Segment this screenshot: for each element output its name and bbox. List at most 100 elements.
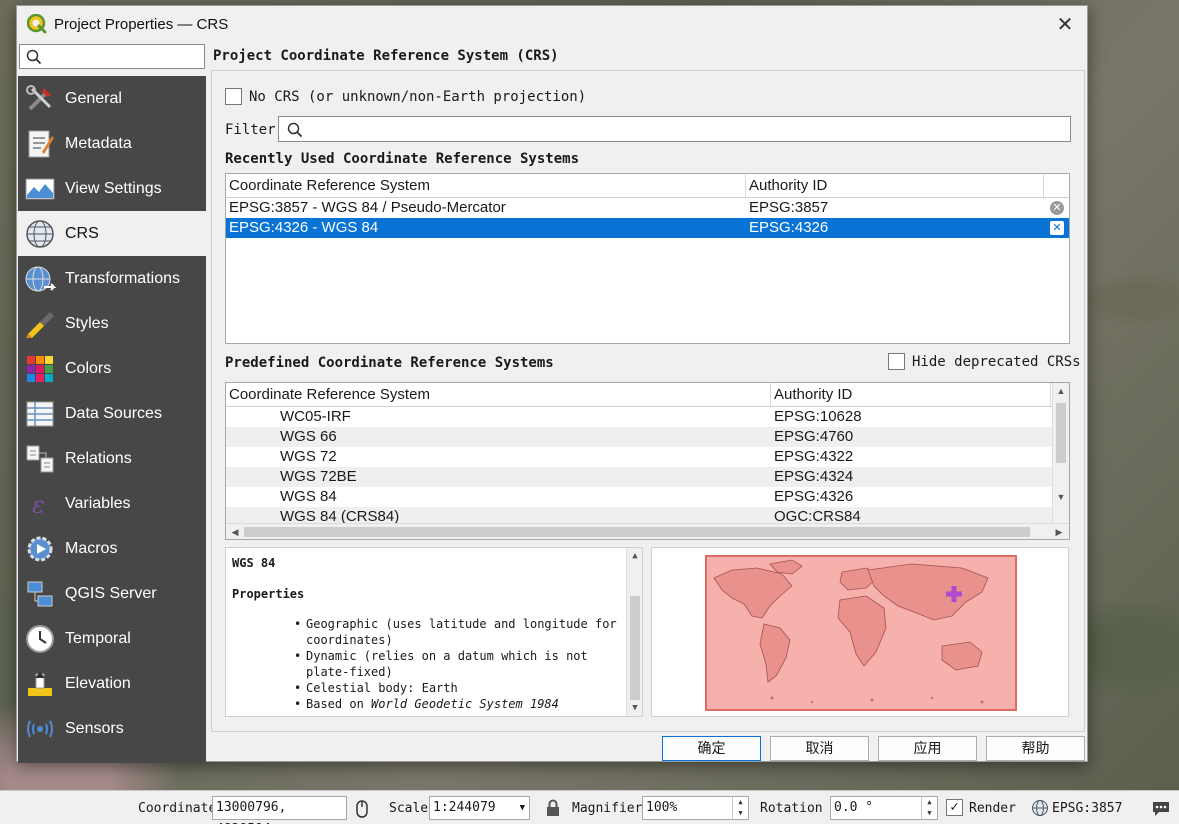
render-checkbox[interactable]: ✓ xyxy=(946,799,963,816)
sidebar-item-label: Transformations xyxy=(65,269,180,287)
scroll-left-icon[interactable]: ◀ xyxy=(228,524,242,539)
sidebar-item-elevation[interactable]: Elevation xyxy=(18,661,206,706)
cancel-button[interactable]: 取消 xyxy=(770,736,869,761)
sidebar-item-transformations[interactable]: Transformations xyxy=(18,256,206,301)
sidebar-item-label: Variables xyxy=(65,494,131,512)
no-crs-label: No CRS (or unknown/non-Earth projection) xyxy=(249,88,587,105)
sidebar-item-macros[interactable]: Macros xyxy=(18,526,206,571)
remove-recent-icon[interactable]: ✕ xyxy=(1050,221,1064,235)
crs-extent-map xyxy=(651,547,1069,717)
sidebar-item-metadata[interactable]: Metadata xyxy=(18,121,206,166)
scroll-down-icon[interactable]: ▼ xyxy=(1053,489,1069,505)
no-crs-checkbox[interactable] xyxy=(225,88,242,105)
scrollbar-thumb[interactable] xyxy=(244,527,1030,537)
sidebar-item-general[interactable]: General xyxy=(18,76,206,121)
transformations-icon xyxy=(25,266,56,291)
filter-input[interactable] xyxy=(278,116,1071,142)
lock-icon[interactable] xyxy=(545,799,561,817)
column-header-authority-id[interactable]: Authority ID xyxy=(746,174,1044,197)
magnifier-value: 100% xyxy=(646,800,678,815)
crs-name-cell: WGS 84 xyxy=(280,488,337,505)
elevation-icon xyxy=(28,671,52,696)
help-button[interactable]: 帮助 xyxy=(986,736,1085,761)
recent-crs-title: Recently Used Coordinate Reference Syste… xyxy=(225,151,580,167)
column-header-authority-id[interactable]: Authority ID xyxy=(771,383,1051,406)
sidebar-item-variables[interactable]: ε Variables xyxy=(18,481,206,526)
predefined-vertical-scrollbar[interactable]: ▲ ▼ xyxy=(1052,383,1069,523)
table-row-selected[interactable]: EPSG:4326 - WGS 84 EPSG:4326 ✕ xyxy=(226,218,1069,238)
sidebar-item-label: Sensors xyxy=(65,719,124,737)
hide-deprecated-checkbox[interactable] xyxy=(888,353,905,370)
crs-globe-icon[interactable] xyxy=(1031,799,1049,817)
crs-name-cell: WC05-IRF xyxy=(280,408,351,425)
crs-globe-icon xyxy=(26,219,54,248)
scale-value: 1:244079 xyxy=(433,800,496,815)
table-header: Coordinate Reference System Authority ID xyxy=(226,383,1069,407)
predefined-crs-title: Predefined Coordinate Reference Systems xyxy=(225,355,554,371)
table-row[interactable]: WGS 84 EPSG:4326 xyxy=(226,487,1052,507)
world-map-preview xyxy=(705,555,1017,711)
close-button[interactable]: ✕ xyxy=(1043,6,1087,42)
properties-list: Geographic (uses latitude and longitude … xyxy=(294,616,626,712)
based-on-prefix: Based on xyxy=(306,697,364,711)
recent-crs-table: Coordinate Reference System Authority ID… xyxy=(225,173,1070,344)
title-bar: Project Properties — CRS ✕ xyxy=(17,6,1087,42)
sidebar-item-qgis-server[interactable]: QGIS Server xyxy=(18,571,206,616)
crs-name-cell: EPSG:4326 - WGS 84 xyxy=(229,219,379,236)
column-header-crs[interactable]: Coordinate Reference System xyxy=(226,174,746,197)
table-row[interactable]: WC05-IRF EPSG:10628 xyxy=(226,407,1052,427)
crs-panel: No CRS (or unknown/non-Earth projection)… xyxy=(211,70,1085,732)
close-icon: ✕ xyxy=(1056,13,1074,36)
table-row[interactable]: WGS 72BE EPSG:4324 xyxy=(226,467,1052,487)
sidebar-item-crs[interactable]: CRS xyxy=(18,211,206,256)
apply-button[interactable]: 应用 xyxy=(878,736,977,761)
sidebar-item-relations[interactable]: Relations xyxy=(18,436,206,481)
scale-label: Scale xyxy=(389,801,429,816)
remove-recent-icon[interactable]: ✕ xyxy=(1050,201,1064,215)
crs-name-cell: EPSG:3857 - WGS 84 / Pseudo-Mercator xyxy=(229,199,506,216)
scale-combobox[interactable]: 1:244079 ▼ xyxy=(429,796,530,820)
column-header-crs[interactable]: Coordinate Reference System xyxy=(226,383,771,406)
sidebar-item-sensors[interactable]: Sensors xyxy=(18,706,206,751)
ok-button[interactable]: 确定 xyxy=(662,736,761,761)
sidebar-search-input[interactable] xyxy=(19,44,205,69)
scroll-up-icon[interactable]: ▲ xyxy=(1053,383,1069,399)
table-row[interactable]: EPSG:3857 - WGS 84 / Pseudo-Mercator EPS… xyxy=(226,198,1069,218)
messages-icon[interactable] xyxy=(1151,798,1171,818)
sidebar-item-temporal[interactable]: Temporal xyxy=(18,616,206,661)
authority-id-cell: EPSG:10628 xyxy=(774,408,862,425)
sidebar-item-label: Relations xyxy=(65,449,132,467)
scroll-down-icon[interactable]: ▼ xyxy=(627,700,642,716)
sidebar-item-styles[interactable]: Styles xyxy=(18,301,206,346)
spin-arrows-icon[interactable]: ▲ ▼ xyxy=(732,797,748,819)
sidebar-item-label: CRS xyxy=(65,224,99,242)
rotation-spinbox[interactable]: 0.0 ° ▲ ▼ xyxy=(830,796,938,820)
details-vertical-scrollbar[interactable]: ▲ ▼ xyxy=(626,548,642,716)
window-title: Project Properties — CRS xyxy=(54,15,229,33)
spin-arrows-icon[interactable]: ▲ ▼ xyxy=(921,797,937,819)
table-row[interactable]: WGS 72 EPSG:4322 xyxy=(226,447,1052,467)
scrollbar-thumb[interactable] xyxy=(1056,403,1066,463)
magnifier-spinbox[interactable]: 100% ▲ ▼ xyxy=(642,796,749,820)
based-on-datum: World Geodetic System 1984 xyxy=(371,697,559,711)
project-crs-button[interactable]: EPSG:3857 xyxy=(1052,801,1122,816)
coordinate-field[interactable]: 13000796, 4829594 xyxy=(212,796,347,824)
qgis-logo-icon xyxy=(27,14,47,34)
view-settings-icon xyxy=(25,178,55,199)
scroll-right-icon[interactable]: ▶ xyxy=(1052,524,1066,539)
search-icon xyxy=(26,49,42,65)
filter-label: Filter xyxy=(225,122,276,138)
property-item: Dynamic (relies on a datum which is not … xyxy=(294,648,626,680)
predefined-horizontal-scrollbar[interactable]: ◀ ▶ xyxy=(226,523,1069,539)
scroll-up-icon[interactable]: ▲ xyxy=(627,548,642,564)
scrollbar-thumb[interactable] xyxy=(630,596,640,700)
sidebar-item-view-settings[interactable]: View Settings xyxy=(18,166,206,211)
mouse-toggle-icon[interactable] xyxy=(352,799,372,819)
sidebar-item-data-sources[interactable]: Data Sources xyxy=(18,391,206,436)
chevron-down-icon[interactable]: ▼ xyxy=(520,797,525,819)
sidebar-item-colors[interactable]: Colors xyxy=(18,346,206,391)
crs-detail-name: WGS 84 xyxy=(232,556,276,570)
authority-id-cell: EPSG:4326 xyxy=(749,219,829,236)
page-title: Project Coordinate Reference System (CRS… xyxy=(213,48,559,64)
table-row[interactable]: WGS 66 EPSG:4760 xyxy=(226,427,1052,447)
